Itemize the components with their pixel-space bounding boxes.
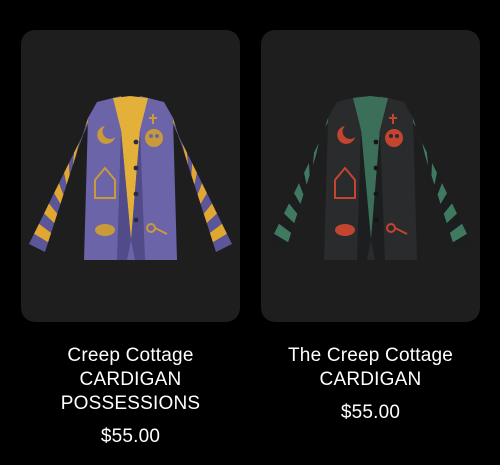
- product-card-creep-cottage-possessions[interactable]: Creep Cottage CARDIGAN POSSESSIONS $55.0…: [21, 30, 240, 449]
- product-price: $55.00: [100, 426, 161, 447]
- product-price: $55.00: [340, 402, 401, 423]
- black-green-cardigan-image: [269, 96, 472, 260]
- product-title[interactable]: Creep Cottage CARDIGAN POSSESSIONS: [21, 344, 240, 416]
- product-grid: Creep Cottage CARDIGAN POSSESSIONS $55.0…: [0, 0, 500, 465]
- product-card-the-creep-cottage[interactable]: The Creep Cottage CARDIGAN $55.00: [261, 30, 480, 425]
- product-image[interactable]: [21, 30, 240, 322]
- product-image[interactable]: [261, 30, 480, 322]
- product-title[interactable]: The Creep Cottage CARDIGAN: [261, 344, 480, 392]
- purple-striped-cardigan-image: [29, 96, 232, 260]
